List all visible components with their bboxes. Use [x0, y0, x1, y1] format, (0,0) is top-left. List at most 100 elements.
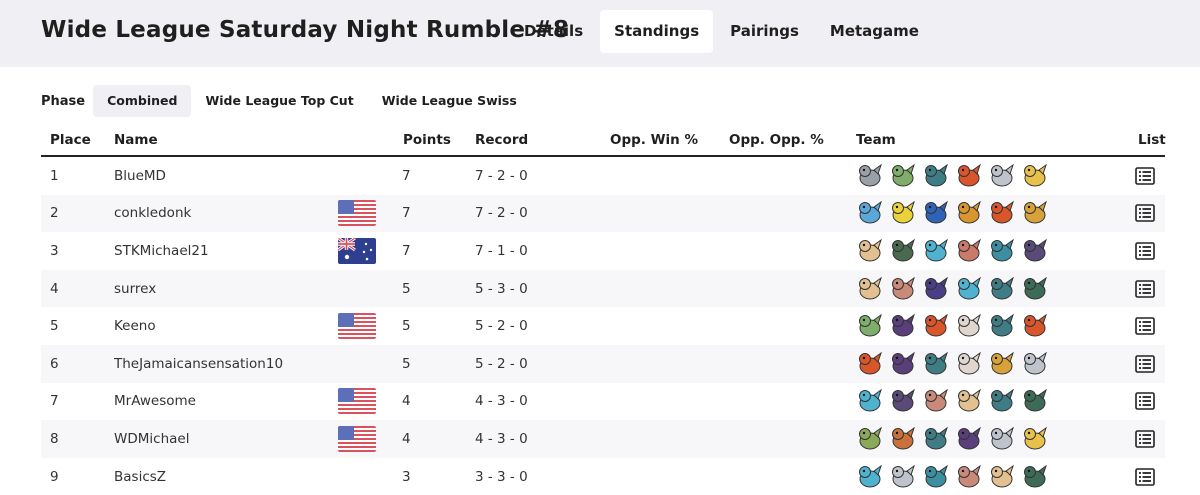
- standings-table: Place Name Points Record Opp. Win % Opp.…: [41, 124, 1166, 495]
- pokemon-sprite-icon: [892, 163, 915, 187]
- team-sprites: [856, 162, 1054, 190]
- table-body: 1 BlueMD 7 7 - 2 - 0 2 conkledonk 7 7 - 2 - 0 3 S…: [41, 157, 1165, 495]
- place-cell: 2: [50, 205, 59, 222]
- player-name[interactable]: BasicsZ: [114, 458, 166, 495]
- pokemon-sprite-icon: [892, 351, 915, 375]
- tab-standings[interactable]: Standings: [600, 10, 714, 53]
- pokemon-sprite-icon: [958, 351, 981, 375]
- record-cell: 5 - 3 - 0: [475, 280, 528, 297]
- column-header-opp-opp[interactable]: Opp. Opp. %: [729, 132, 824, 148]
- pokemon-sprite-icon: [991, 389, 1014, 412]
- points-cell: 4: [402, 430, 411, 447]
- pokemon-sprite-icon: [991, 313, 1014, 337]
- pokemon-sprite-icon: [859, 351, 882, 375]
- pokemon-sprite-icon: [1024, 201, 1047, 224]
- points-cell: 5: [402, 355, 411, 372]
- column-header-place[interactable]: Place: [50, 132, 91, 148]
- page-header: Wide League Saturday Night Rumble #8 Det…: [0, 0, 1200, 67]
- phase-tab-swiss[interactable]: Wide League Swiss: [368, 85, 531, 117]
- phase-selector: Phase Combined Wide League Top Cut Wide …: [41, 85, 531, 117]
- pokemon-sprite-icon: [925, 276, 948, 300]
- tab-metagame[interactable]: Metagame: [816, 10, 933, 53]
- team-cell: [856, 458, 1054, 495]
- pokemon-sprite-icon: [859, 464, 882, 488]
- record-cell: 3 - 3 - 0: [475, 468, 528, 485]
- pokemon-sprite-icon: [925, 464, 948, 488]
- list-icon[interactable]: [1135, 307, 1155, 345]
- list-icon[interactable]: [1135, 157, 1155, 195]
- tab-pairings[interactable]: Pairings: [716, 10, 813, 53]
- pokemon-sprite-icon: [859, 313, 882, 337]
- place-cell: 8: [50, 430, 59, 447]
- phase-tab-combined[interactable]: Combined: [93, 85, 192, 117]
- team-cell: [856, 157, 1054, 195]
- record-cell: 7 - 2 - 0: [475, 167, 528, 184]
- column-header-record[interactable]: Record: [475, 132, 528, 148]
- list-icon[interactable]: [1135, 195, 1155, 233]
- column-header-points[interactable]: Points: [403, 132, 451, 148]
- player-name[interactable]: Keeno: [114, 307, 156, 345]
- player-name[interactable]: BlueMD: [114, 157, 166, 195]
- pokemon-sprite-icon: [991, 201, 1014, 224]
- player-name[interactable]: surrex: [114, 270, 156, 308]
- player-name[interactable]: WDMichael: [114, 420, 189, 458]
- list-icon[interactable]: [1135, 420, 1155, 458]
- player-name[interactable]: MrAwesome: [114, 383, 196, 421]
- team-cell: [856, 195, 1054, 233]
- team-sprites: [856, 463, 1054, 491]
- column-header-opp-win[interactable]: Opp. Win %: [610, 132, 698, 148]
- team-sprites: [856, 387, 1054, 415]
- table-header: Place Name Points Record Opp. Win % Opp.…: [41, 124, 1166, 157]
- table-row: 2 conkledonk 7 7 - 2 - 0: [41, 194, 1165, 233]
- team-cell: [856, 270, 1054, 308]
- table-row: 4 surrex 5 5 - 3 - 0: [41, 269, 1165, 308]
- team-cell: [856, 420, 1054, 458]
- team-cell: [856, 307, 1054, 345]
- main-nav: Details Standings Pairings Metagame: [510, 10, 936, 53]
- team-sprites: [856, 237, 1054, 265]
- record-cell: 7 - 1 - 0: [475, 242, 528, 259]
- player-name[interactable]: TheJamaicansensation10: [114, 345, 283, 383]
- place-cell: 7: [50, 393, 59, 410]
- pokemon-sprite-icon: [925, 201, 948, 224]
- list-icon[interactable]: [1135, 232, 1155, 270]
- list-icon[interactable]: [1135, 383, 1155, 421]
- list-icon[interactable]: [1135, 270, 1155, 308]
- pokemon-sprite-icon: [958, 201, 981, 224]
- list-icon[interactable]: [1135, 345, 1155, 383]
- pokemon-sprite-icon: [1024, 464, 1047, 488]
- us-flag-icon: [338, 420, 376, 458]
- team-sprites: [856, 350, 1054, 378]
- phase-label: Phase: [41, 93, 86, 109]
- points-cell: 5: [402, 318, 411, 335]
- points-cell: 5: [402, 280, 411, 297]
- pokemon-sprite-icon: [859, 276, 882, 300]
- list-icon[interactable]: [1135, 458, 1155, 495]
- team-cell: [856, 232, 1054, 270]
- team-cell: [856, 345, 1054, 383]
- pokemon-sprite-icon: [1024, 276, 1047, 300]
- player-name[interactable]: conkledonk: [114, 195, 191, 233]
- team-sprites: [856, 425, 1054, 453]
- pokemon-sprite-icon: [1024, 426, 1047, 450]
- tab-details[interactable]: Details: [510, 10, 597, 53]
- player-name[interactable]: STKMichael21: [114, 232, 209, 270]
- pokemon-sprite-icon: [991, 351, 1014, 375]
- pokemon-sprite-icon: [859, 426, 882, 450]
- pokemon-sprite-icon: [892, 464, 915, 488]
- pokemon-sprite-icon: [991, 163, 1014, 187]
- place-cell: 5: [50, 318, 59, 335]
- pokemon-sprite-icon: [958, 313, 981, 337]
- phase-tab-top-cut[interactable]: Wide League Top Cut: [191, 85, 367, 117]
- pokemon-sprite-icon: [892, 201, 915, 224]
- table-row: 1 BlueMD 7 7 - 2 - 0: [41, 157, 1165, 195]
- record-cell: 5 - 2 - 0: [475, 318, 528, 335]
- pokemon-sprite-icon: [1024, 351, 1047, 375]
- pokemon-sprite-icon: [958, 464, 981, 488]
- pokemon-sprite-icon: [958, 238, 981, 262]
- pokemon-sprite-icon: [925, 163, 948, 187]
- table-row: 5 Keeno 5 5 - 2 - 0: [41, 307, 1165, 345]
- column-header-name[interactable]: Name: [114, 132, 158, 148]
- team-sprites: [856, 312, 1054, 340]
- pokemon-sprite-icon: [925, 389, 948, 412]
